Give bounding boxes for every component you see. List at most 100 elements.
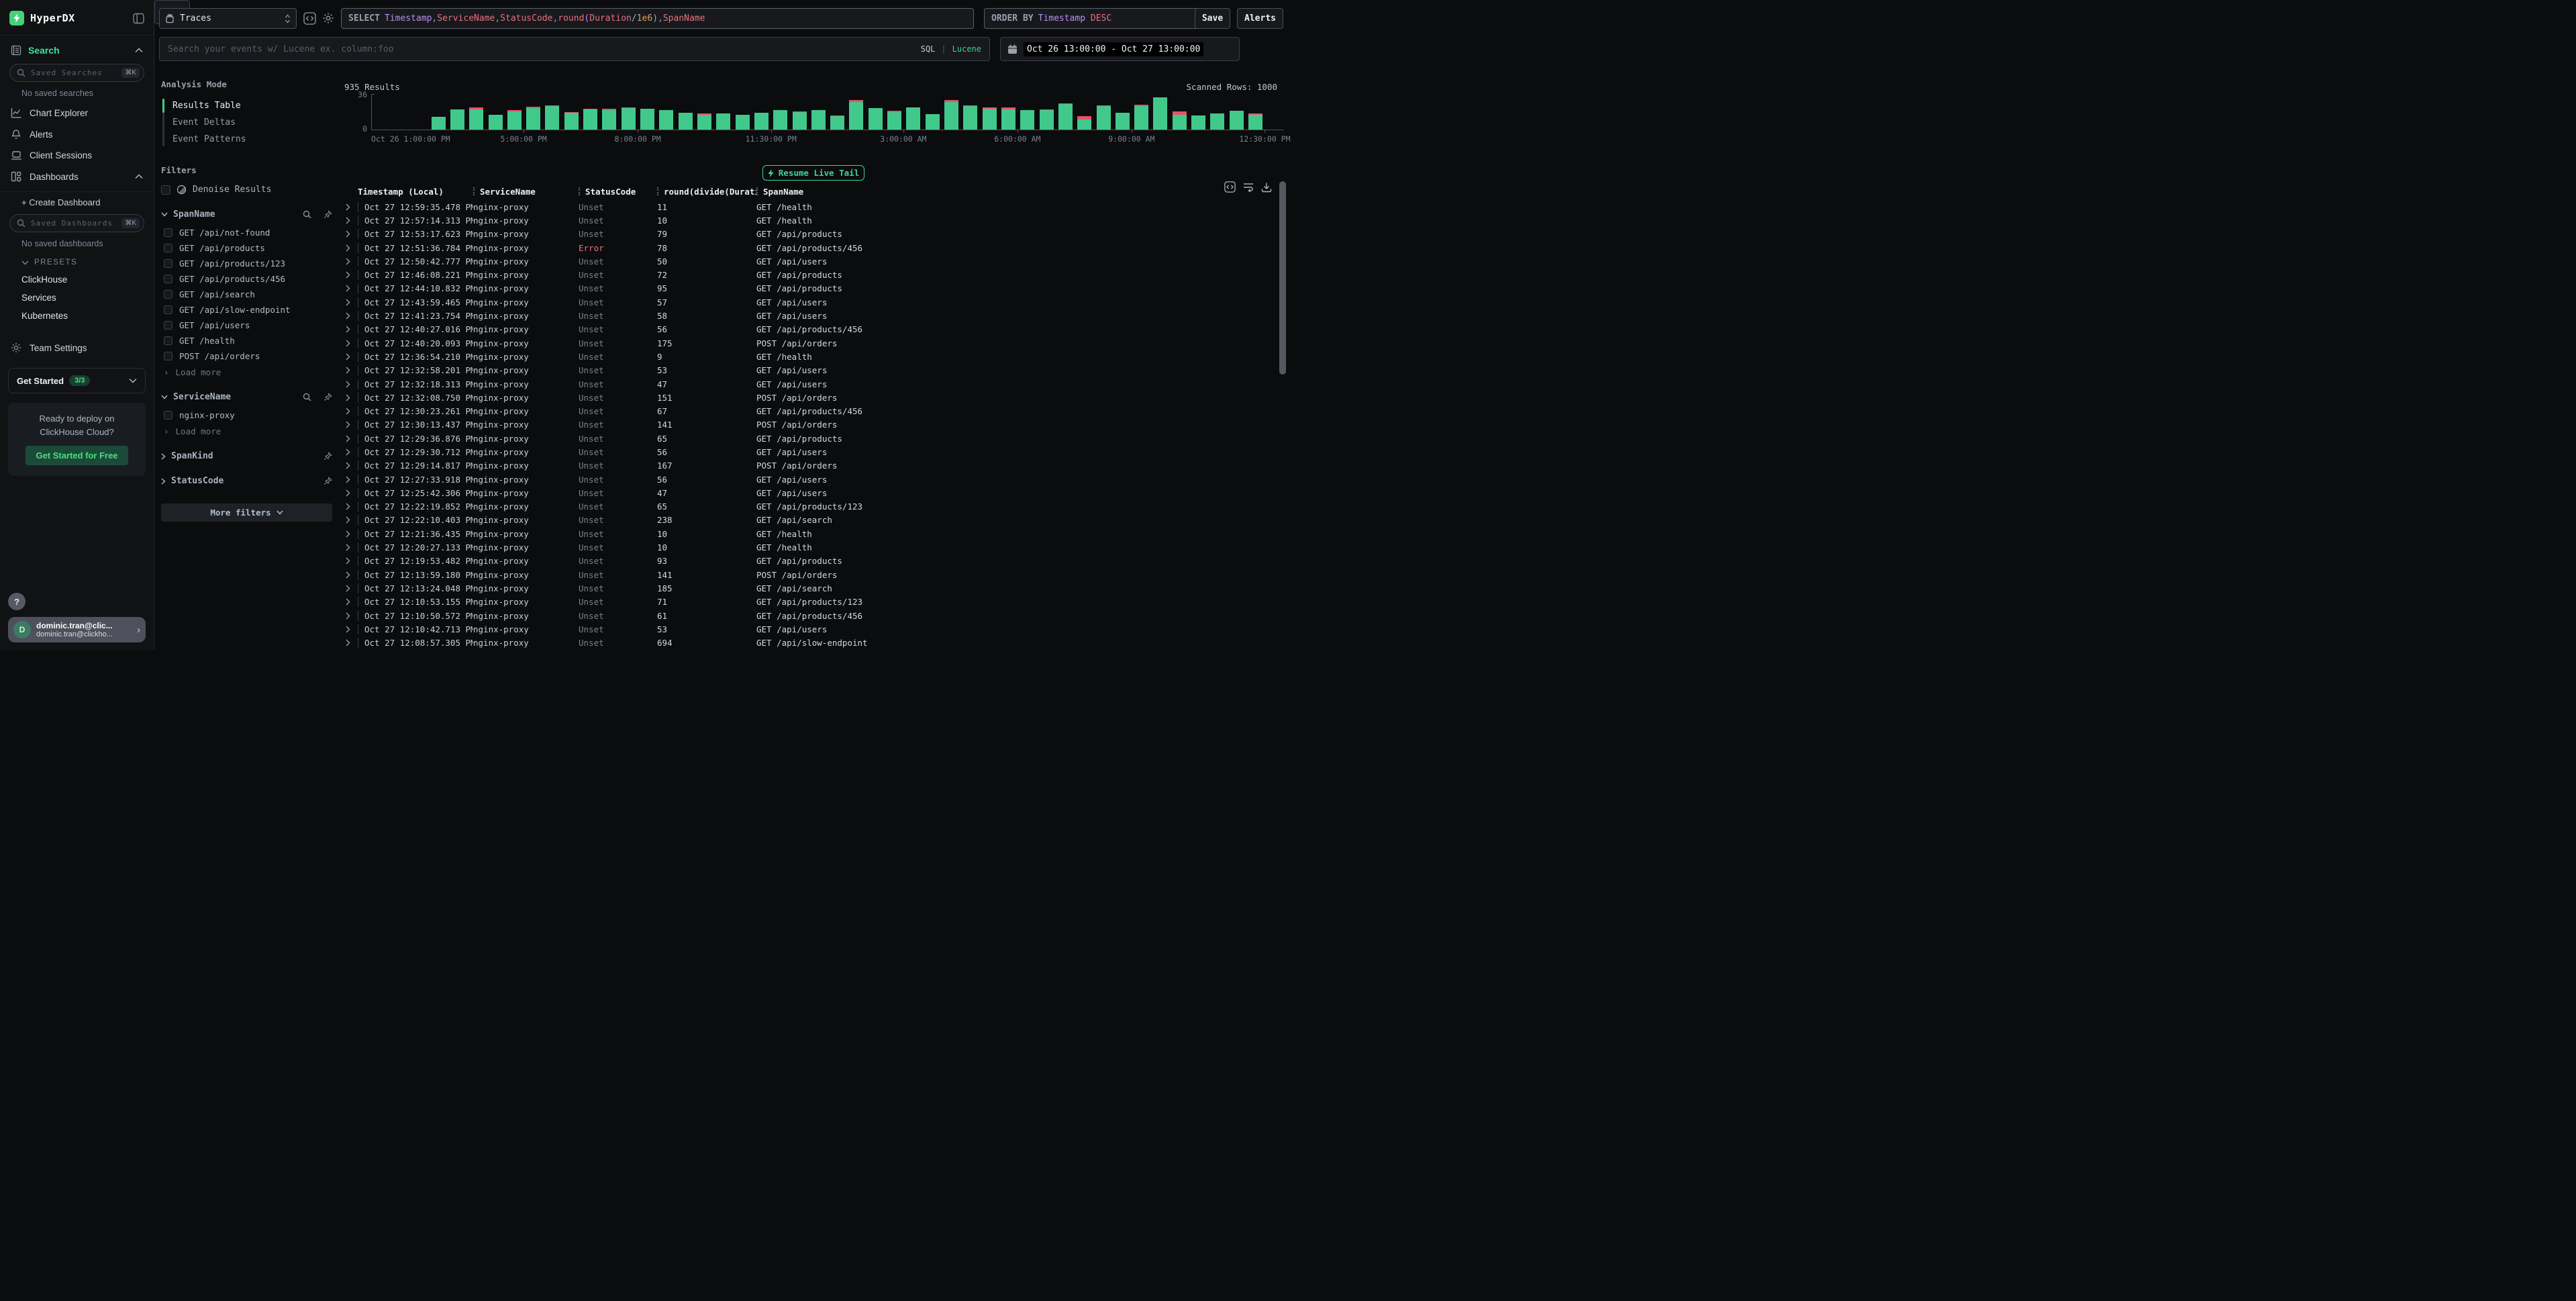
table-row[interactable]: Oct 27 12:53:17.623 PM nginx-proxy Unset…: [344, 228, 1276, 241]
histogram-bar-slot[interactable]: [942, 94, 960, 130]
expand-row-icon[interactable]: [344, 530, 358, 538]
expand-row-icon[interactable]: [344, 244, 358, 252]
lucene-mode-button[interactable]: Lucene: [952, 44, 981, 54]
filter-group-servicename[interactable]: ServiceName: [161, 392, 332, 402]
denoise-results-checkbox[interactable]: Denoise Results: [161, 185, 332, 195]
expand-row-icon[interactable]: [344, 326, 358, 333]
expand-row-icon[interactable]: [344, 394, 358, 401]
mode-event-patterns[interactable]: Event Patterns: [162, 131, 332, 148]
checkbox[interactable]: [164, 305, 172, 314]
checkbox[interactable]: [161, 185, 170, 195]
expand-row-icon[interactable]: [344, 503, 358, 510]
spanname-load-more[interactable]: ›Load more: [161, 364, 332, 377]
table-row[interactable]: Oct 27 12:22:10.403 PM nginx-proxy Unset…: [344, 514, 1276, 527]
histogram-bar-slot[interactable]: [695, 94, 713, 130]
table-row[interactable]: Oct 27 12:13:24.048 PM nginx-proxy Unset…: [344, 581, 1276, 595]
expand-row-icon[interactable]: [344, 516, 358, 524]
histogram-bar-slot[interactable]: [562, 94, 581, 130]
expand-row-icon[interactable]: [344, 421, 358, 428]
histogram-bar-slot[interactable]: [1113, 94, 1132, 130]
user-account-chip[interactable]: D dominic.tran@clic... dominic.tran@clic…: [8, 617, 146, 642]
mode-results-table[interactable]: Results Table: [162, 97, 332, 114]
expand-row-icon[interactable]: [344, 598, 358, 606]
table-row[interactable]: Oct 27 12:36:54.210 PM nginx-proxy Unset…: [344, 350, 1276, 363]
filter-group-spankind[interactable]: SpanKind: [161, 451, 332, 461]
histogram-bar-slot[interactable]: [524, 94, 543, 130]
table-row[interactable]: Oct 27 12:30:13.437 PM nginx-proxy Unset…: [344, 418, 1276, 432]
filter-checkbox-item[interactable]: POST /api/orders: [161, 348, 332, 364]
search-icon[interactable]: [303, 393, 311, 401]
histogram-bar-slot[interactable]: [467, 94, 486, 130]
save-button[interactable]: Save: [1195, 8, 1230, 29]
expand-row-icon[interactable]: [344, 353, 358, 360]
select-clause-input[interactable]: SELECT Timestamp,ServiceName,StatusCode,…: [341, 8, 974, 29]
expand-row-icon[interactable]: [344, 476, 358, 483]
saved-dashboards-input[interactable]: Saved Dashboards ⌘K: [9, 214, 144, 232]
histogram-bar-slot[interactable]: [657, 94, 676, 130]
histogram-bar-slot[interactable]: [1227, 94, 1246, 130]
filter-group-spanname[interactable]: SpanName: [161, 209, 332, 220]
histogram-bar-slot[interactable]: [1189, 94, 1207, 130]
histogram-bar-slot[interactable]: [961, 94, 980, 130]
histogram-bar-slot[interactable]: [1151, 94, 1170, 130]
sidebar-item-dashboards[interactable]: Dashboards: [0, 166, 154, 187]
chevron-up-icon[interactable]: [135, 174, 143, 179]
preset-dashboard-item[interactable]: Kubernetes: [0, 307, 154, 325]
get-started-toggle[interactable]: Get Started 3/3: [8, 368, 146, 393]
histogram-bar-slot[interactable]: [429, 94, 448, 130]
table-row[interactable]: Oct 27 12:50:42.777 PM nginx-proxy Unset…: [344, 254, 1276, 268]
saved-searches-input[interactable]: Saved Searches ⌘K: [9, 64, 144, 82]
histogram-bar-slot[interactable]: [1018, 94, 1037, 130]
expand-row-icon[interactable]: [344, 544, 358, 551]
checkbox[interactable]: [164, 228, 172, 237]
table-row[interactable]: Oct 27 12:43:59.465 PM nginx-proxy Unset…: [344, 295, 1276, 309]
sidebar-item-chart-explorer[interactable]: Chart Explorer: [0, 102, 154, 124]
histogram-bar-slot[interactable]: [809, 94, 828, 130]
chevron-up-icon[interactable]: [135, 48, 143, 53]
histogram-bar-slot[interactable]: [676, 94, 695, 130]
table-row[interactable]: Oct 27 12:57:14.313 PM nginx-proxy Unset…: [344, 213, 1276, 227]
table-row[interactable]: Oct 27 12:40:20.093 PM nginx-proxy Unset…: [344, 336, 1276, 350]
help-button[interactable]: ?: [8, 593, 26, 610]
table-row[interactable]: Oct 27 12:32:18.313 PM nginx-proxy Unset…: [344, 377, 1276, 391]
histogram-bar-slot[interactable]: [752, 94, 771, 130]
histogram-bar-slot[interactable]: [581, 94, 599, 130]
presets-toggle[interactable]: PRESETS: [0, 252, 154, 271]
filter-checkbox-item[interactable]: GET /api/search: [161, 287, 332, 302]
expand-row-icon[interactable]: [344, 489, 358, 497]
filter-checkbox-item[interactable]: GET /api/slow-endpoint: [161, 302, 332, 318]
histogram-bar-slot[interactable]: [1170, 94, 1189, 130]
histogram-bar-slot[interactable]: [923, 94, 942, 130]
more-filters-button[interactable]: More filters: [161, 503, 332, 522]
servicename-load-more[interactable]: ›Load more: [161, 423, 332, 436]
histogram-bar-slot[interactable]: [391, 94, 409, 130]
histogram-bar-slot[interactable]: [543, 94, 562, 130]
sidebar-item-client-sessions[interactable]: Client Sessions: [0, 145, 154, 166]
source-selector[interactable]: Traces: [159, 8, 297, 29]
pin-icon[interactable]: [324, 477, 332, 485]
table-row[interactable]: Oct 27 12:51:36.784 PM nginx-proxy Error…: [344, 241, 1276, 254]
checkbox[interactable]: [164, 411, 172, 420]
histogram-bar-slot[interactable]: [372, 94, 391, 130]
expand-row-icon[interactable]: [344, 571, 358, 579]
histogram-bar-slot[interactable]: [1265, 94, 1284, 130]
filter-checkbox-item[interactable]: GET /health: [161, 333, 332, 348]
pin-icon[interactable]: [324, 452, 332, 461]
expand-row-icon[interactable]: [344, 626, 358, 633]
events-histogram[interactable]: 36 0 Oct 26 1:00:00 PM5:00:00 PM8:00:00 …: [371, 94, 1284, 130]
histogram-bar-slot[interactable]: [1056, 94, 1075, 130]
mode-event-deltas[interactable]: Event Deltas: [162, 114, 332, 131]
expand-row-icon[interactable]: [344, 340, 358, 347]
expand-row-icon[interactable]: [344, 462, 358, 469]
alerts-button[interactable]: Alerts: [1237, 8, 1283, 29]
filter-checkbox-item[interactable]: GET /api/not-found: [161, 225, 332, 240]
table-row[interactable]: Oct 27 12:10:53.155 PM nginx-proxy Unset…: [344, 595, 1276, 609]
preset-dashboard-item[interactable]: Services: [0, 289, 154, 307]
order-by-input[interactable]: ORDER BY Timestamp DESC: [984, 8, 1207, 29]
histogram-bars[interactable]: [372, 94, 1284, 130]
filter-group-statuscode[interactable]: StatusCode: [161, 476, 332, 486]
histogram-bar-slot[interactable]: [714, 94, 733, 130]
checkbox[interactable]: [164, 321, 172, 330]
filter-checkbox-item[interactable]: GET /api/users: [161, 318, 332, 333]
column-header-spanname[interactable]: SpanName: [756, 187, 1276, 197]
